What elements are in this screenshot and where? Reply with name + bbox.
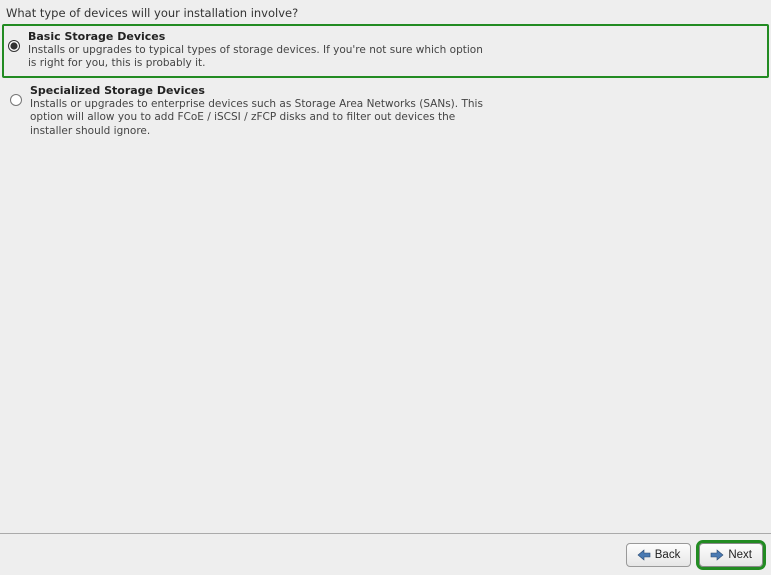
option-specialized-storage[interactable]: Specialized Storage Devices Installs or …	[4, 80, 767, 143]
option-basic-storage[interactable]: Basic Storage Devices Installs or upgrad…	[2, 24, 769, 78]
radio-basic-storage[interactable]	[8, 40, 20, 52]
radio-specialized-storage[interactable]	[10, 94, 22, 106]
next-button[interactable]: Next	[699, 543, 763, 567]
arrow-right-icon	[710, 549, 724, 561]
page-title: What type of devices will your installat…	[0, 0, 771, 24]
option-basic-content: Basic Storage Devices Installs or upgrad…	[28, 30, 488, 70]
back-button[interactable]: Back	[626, 543, 692, 567]
option-specialized-desc: Installs or upgrades to enterprise devic…	[30, 98, 490, 137]
option-basic-title: Basic Storage Devices	[28, 30, 488, 43]
option-basic-desc: Installs or upgrades to typical types of…	[28, 44, 488, 70]
option-specialized-title: Specialized Storage Devices	[30, 84, 490, 97]
back-button-label: Back	[655, 549, 681, 561]
option-specialized-content: Specialized Storage Devices Installs or …	[30, 84, 490, 137]
footer-bar: Back Next	[0, 533, 771, 575]
arrow-left-icon	[637, 549, 651, 561]
next-button-label: Next	[728, 549, 752, 561]
